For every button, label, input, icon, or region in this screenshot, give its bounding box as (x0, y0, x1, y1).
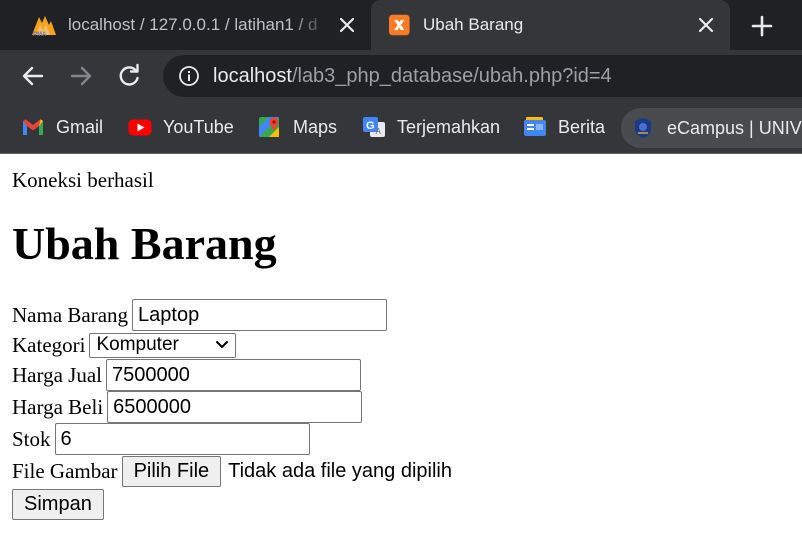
close-icon[interactable] (336, 14, 358, 36)
browser-toolbar: localhost/lab3_php_database/ubah.php?id=… (0, 50, 802, 102)
row-stok: Stok (12, 423, 802, 455)
harga-jual-input[interactable] (106, 359, 361, 391)
file-status-text: Tidak ada file yang dipilih (228, 459, 452, 482)
translate-icon: G A (363, 117, 385, 137)
back-arrow-icon[interactable] (19, 62, 47, 90)
tab-phpmyadmin[interactable]: PMA localhost / 127.0.0.1 / latihan1 / d (0, 0, 370, 50)
row-kategori: Kategori Komputer (12, 331, 802, 359)
info-icon[interactable] (177, 64, 201, 88)
maps-icon (259, 117, 279, 137)
svg-text:A: A (376, 127, 382, 136)
bookmark-maps[interactable]: Maps (258, 102, 337, 152)
harga-beli-input[interactable] (107, 391, 363, 423)
bookmark-label: Maps (293, 116, 338, 137)
bookmark-label: eCampus | UNIVE (667, 117, 802, 138)
svg-text:PMA: PMA (33, 32, 47, 37)
forward-arrow-icon[interactable] (67, 62, 95, 90)
gmail-icon (23, 119, 43, 135)
url-host: localhost (213, 64, 292, 87)
connection-status: Koneksi berhasil (12, 168, 154, 192)
nama-barang-label: Nama Barang (12, 302, 129, 327)
row-harga-beli: Harga Beli (12, 391, 802, 423)
youtube-icon (128, 119, 152, 136)
nama-barang-input[interactable] (132, 299, 388, 331)
url-path: /lab3_php_database/ubah.php?id=4 (291, 64, 612, 87)
bookmark-label: Terjemahkan (397, 116, 501, 137)
bookmark-youtube[interactable]: YouTube (128, 102, 234, 152)
kategori-label: Kategori (12, 332, 86, 357)
bookmark-translate[interactable]: G A Terjemahkan (362, 102, 500, 152)
ecampus-icon (635, 118, 651, 138)
svg-text:G: G (366, 120, 375, 132)
news-icon (524, 117, 546, 136)
url-text: localhost/lab3_php_database/ubah.php?id=… (213, 65, 612, 88)
bookmark-label: Berita (558, 116, 606, 137)
file-gambar-label: File Gambar (12, 458, 118, 483)
bookmark-ecampus[interactable]: eCampus | UNIVE (621, 108, 802, 148)
chevron-down-icon (216, 340, 229, 348)
save-button[interactable]: Simpan (12, 488, 104, 520)
harga-beli-label: Harga Beli (12, 394, 104, 419)
kategori-selected-value: Komputer (96, 334, 179, 355)
phpmyadmin-icon: PMA (32, 16, 56, 37)
row-file-gambar: File Gambar Pilih File Tidak ada file ya… (12, 455, 802, 487)
choose-file-button[interactable]: Pilih File (121, 455, 222, 487)
tab-strip: PMA localhost / 127.0.0.1 / latihan1 / d… (0, 0, 802, 50)
xampp-icon (389, 14, 410, 36)
edit-item-form: Nama Barang Kategori Komputer Harga Jual… (12, 299, 802, 520)
close-icon[interactable] (695, 14, 717, 36)
page-title: Ubah Barang (12, 218, 277, 269)
page-content: Koneksi berhasil Ubah Barang Nama Barang… (0, 154, 802, 520)
tab-ubah-barang[interactable]: Ubah Barang (371, 0, 730, 50)
new-tab-icon[interactable] (748, 12, 776, 40)
harga-jual-label: Harga Jual (12, 362, 102, 387)
bookmark-label: YouTube (163, 116, 234, 137)
bookmark-gmail[interactable]: Gmail (21, 102, 103, 152)
stok-label: Stok (12, 426, 51, 451)
bookmark-berita[interactable]: Berita (523, 102, 605, 152)
address-bar[interactable]: localhost/lab3_php_database/ubah.php?id=… (163, 55, 802, 97)
kategori-select[interactable]: Komputer (89, 332, 237, 358)
row-submit: Simpan (12, 488, 802, 520)
row-nama-barang: Nama Barang (12, 299, 802, 331)
tab-title: localhost / 127.0.0.1 / latihan1 / d (68, 15, 318, 34)
bookmark-label: Gmail (56, 116, 104, 137)
bookmarks-bar: Gmail YouTube Maps G A Terjemahkan Berit… (0, 102, 802, 154)
row-harga-jual: Harga Jual (12, 359, 802, 391)
tab-title: Ubah Barang (423, 15, 524, 34)
stok-input[interactable] (54, 423, 310, 455)
reload-icon[interactable] (115, 62, 143, 90)
